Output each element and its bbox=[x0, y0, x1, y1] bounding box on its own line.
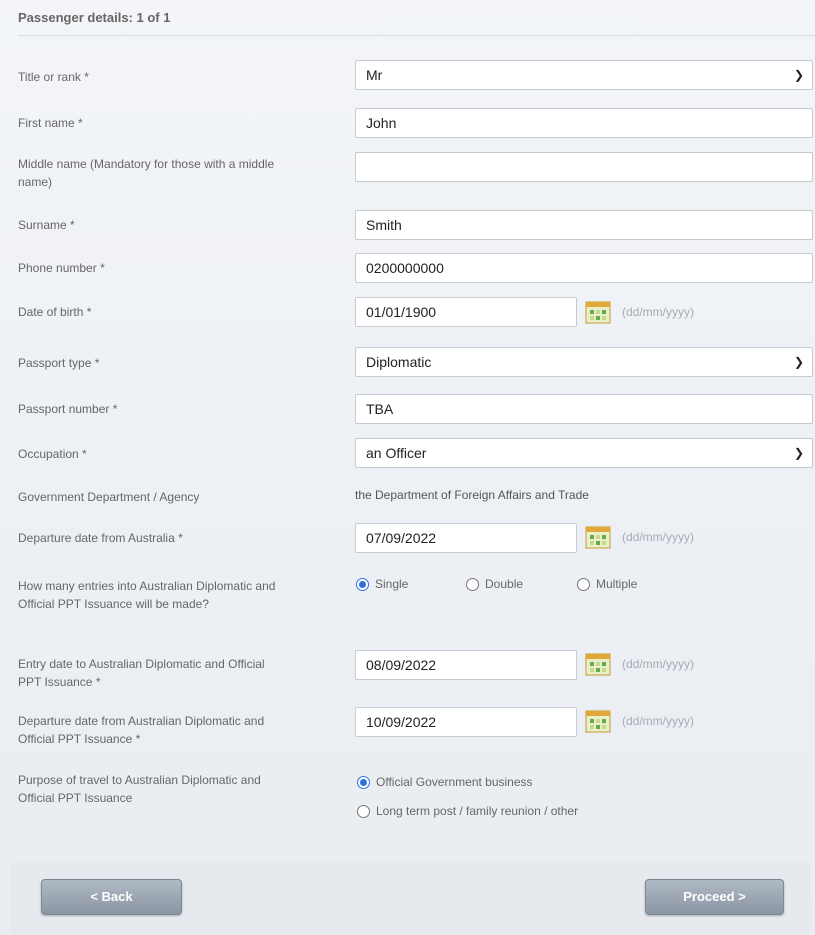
departure-date-format-hint: (dd/mm/yyyy) bbox=[622, 714, 694, 728]
passport-type-select[interactable]: Diplomatic ❯ bbox=[355, 347, 813, 377]
departure-aus-label: Departure date from Australia * bbox=[18, 531, 183, 545]
calendar-icon[interactable] bbox=[585, 525, 611, 549]
entries-radio-single[interactable]: Single bbox=[356, 577, 408, 592]
departure-aus-input[interactable]: 07/09/2022 bbox=[355, 523, 577, 553]
passenger-details-form: Passenger details: 1 of 1 Title or rank … bbox=[0, 0, 815, 935]
middle-name-input[interactable] bbox=[355, 152, 813, 182]
surname-input[interactable]: Smith bbox=[355, 210, 813, 240]
purpose-radio-other[interactable]: Long term post / family reunion / other bbox=[357, 804, 578, 819]
calendar-icon[interactable] bbox=[585, 652, 611, 676]
radio-icon bbox=[357, 805, 370, 819]
purpose-radio-official[interactable]: Official Government business bbox=[357, 775, 533, 790]
title-label: Title or rank * bbox=[18, 70, 89, 84]
entry-date-format-hint: (dd/mm/yyyy) bbox=[622, 657, 694, 671]
calendar-icon[interactable] bbox=[585, 709, 611, 733]
government-label: Government Department / Agency bbox=[18, 490, 200, 504]
departure-date-input[interactable]: 10/09/2022 bbox=[355, 707, 577, 737]
government-value: the Department of Foreign Affairs and Tr… bbox=[355, 488, 589, 502]
radio-icon bbox=[577, 578, 590, 592]
chevron-down-icon: ❯ bbox=[793, 68, 804, 82]
radio-icon bbox=[466, 578, 479, 592]
entry-date-label: Entry date to Australian Diplomatic and … bbox=[18, 657, 265, 689]
departure-date-label: Departure date from Australian Diplomati… bbox=[18, 714, 265, 746]
dob-label: Date of birth * bbox=[18, 305, 92, 319]
chevron-down-icon: ❯ bbox=[793, 355, 804, 369]
phone-input[interactable]: 0200000000 bbox=[355, 253, 813, 283]
dob-input[interactable]: 01/01/1900 bbox=[355, 297, 577, 327]
entries-radio-double[interactable]: Double bbox=[466, 577, 523, 592]
phone-label: Phone number * bbox=[18, 261, 105, 275]
section-title: Passenger details: 1 of 1 bbox=[18, 10, 815, 36]
passport-number-label: Passport number * bbox=[18, 402, 118, 416]
middle-name-label: Middle name (Mandatory for those with a … bbox=[18, 157, 275, 189]
passport-number-input[interactable]: TBA bbox=[355, 394, 813, 424]
entry-date-input[interactable]: 08/09/2022 bbox=[355, 650, 577, 680]
purpose-label: Purpose of travel to Australian Diplomat… bbox=[18, 773, 261, 805]
entries-radio-multiple[interactable]: Multiple bbox=[577, 577, 637, 592]
back-button[interactable]: < Back bbox=[41, 879, 182, 915]
calendar-icon[interactable] bbox=[585, 300, 611, 324]
title-select[interactable]: Mr ❯ bbox=[355, 60, 813, 90]
passport-type-label: Passport type * bbox=[18, 356, 100, 370]
surname-label: Surname * bbox=[18, 218, 75, 232]
first-name-input[interactable]: John bbox=[355, 108, 813, 138]
radio-selected-icon bbox=[357, 776, 370, 790]
chevron-down-icon: ❯ bbox=[793, 446, 804, 460]
occupation-select[interactable]: an Officer ❯ bbox=[355, 438, 813, 468]
first-name-label: First name * bbox=[18, 116, 83, 130]
dob-format-hint: (dd/mm/yyyy) bbox=[622, 305, 694, 319]
occupation-label: Occupation * bbox=[18, 447, 87, 461]
proceed-button[interactable]: Proceed > bbox=[645, 879, 784, 915]
departure-aus-format-hint: (dd/mm/yyyy) bbox=[622, 530, 694, 544]
radio-selected-icon bbox=[356, 578, 369, 592]
entries-label: How many entries into Australian Diploma… bbox=[18, 579, 276, 611]
